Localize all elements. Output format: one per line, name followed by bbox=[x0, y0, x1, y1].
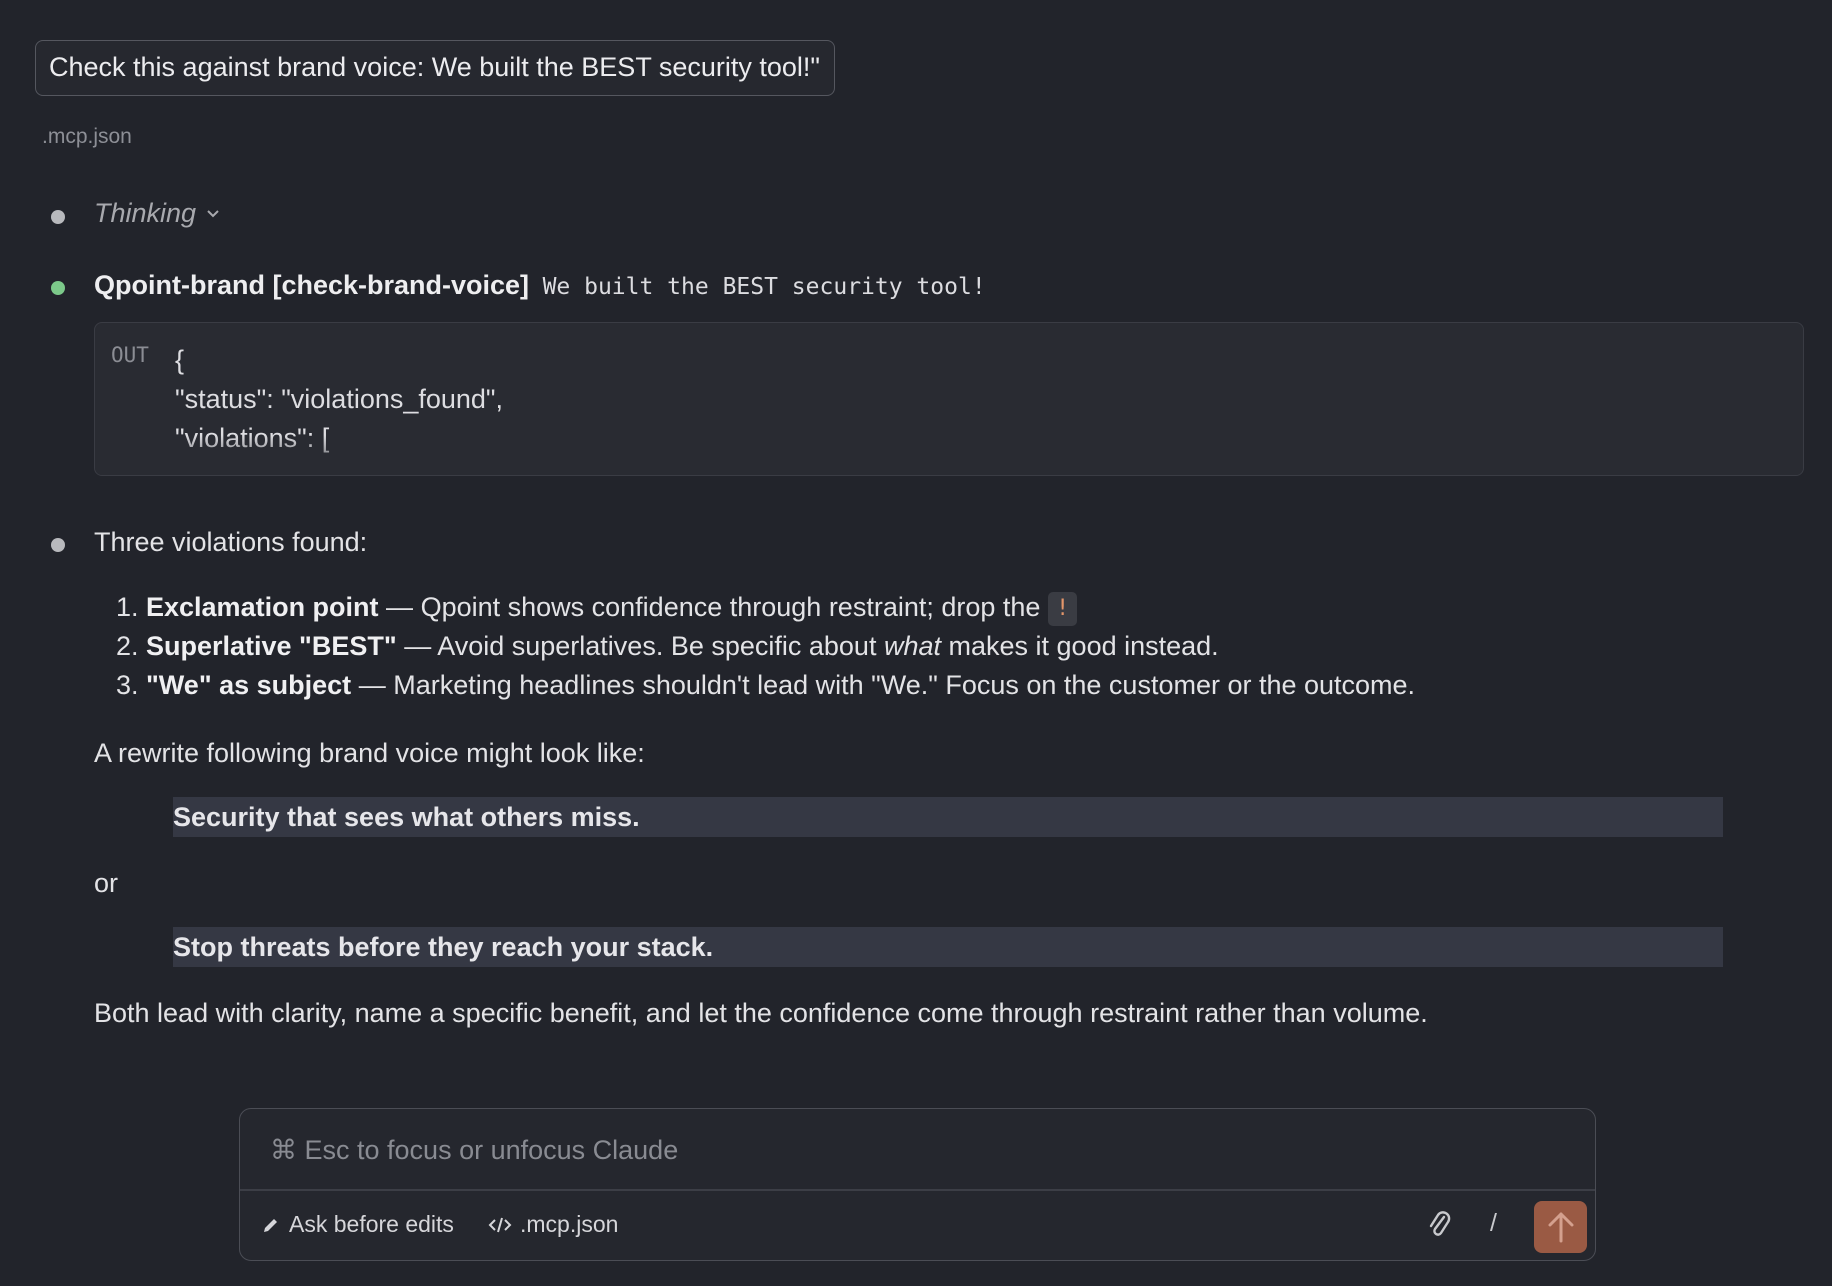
rewrite-intro: A rewrite following brand voice might lo… bbox=[94, 738, 645, 768]
pencil-icon bbox=[264, 1218, 277, 1232]
output-label: OUT bbox=[111, 343, 149, 367]
mcp-file-button[interactable]: .mcp.json bbox=[488, 1211, 618, 1238]
inline-code: ! bbox=[1047, 591, 1078, 626]
ask-before-edits-button[interactable]: Ask before edits bbox=[261, 1211, 454, 1238]
thinking-toggle[interactable]: Thinking bbox=[94, 198, 220, 229]
rewrite-quote-2: Stop threats before they reach your stac… bbox=[173, 927, 1723, 967]
violation-title: Superlative "BEST" bbox=[146, 631, 397, 661]
chevron-down-icon bbox=[207, 209, 219, 217]
violation-title: Exclamation point bbox=[146, 592, 379, 622]
response-intro: Three violations found: bbox=[94, 527, 368, 557]
file-label: .mcp.json bbox=[520, 1211, 619, 1237]
violation-title: "We" as subject bbox=[146, 670, 352, 700]
emphasis-text: what bbox=[883, 631, 942, 661]
context-file-label[interactable]: .mcp.json bbox=[42, 125, 132, 149]
list-item: Superlative "BEST" — Avoid superlatives.… bbox=[146, 627, 1746, 666]
violations-list: Exclamation point — Qpoint shows confide… bbox=[94, 588, 1746, 705]
tool-argument: We built the BEST security tool! bbox=[542, 274, 986, 300]
composer: Ask before edits .mcp.json / bbox=[239, 1108, 1596, 1261]
conclusion-text: Both lead with clarity, name a specific … bbox=[94, 998, 1428, 1028]
output-fade bbox=[95, 435, 1803, 475]
message-input[interactable] bbox=[268, 1134, 1552, 1167]
tool-name: Qpoint-brand [check-brand-voice] bbox=[94, 270, 530, 300]
code-icon bbox=[488, 1217, 512, 1232]
mode-label: Ask before edits bbox=[289, 1211, 454, 1237]
list-item: "We" as subject — Marketing headlines sh… bbox=[146, 666, 1746, 705]
tool-output-box[interactable]: OUT { "status": "violations_found", "vio… bbox=[94, 322, 1804, 476]
thinking-label: Thinking bbox=[94, 198, 197, 228]
thinking-bullet bbox=[51, 210, 65, 224]
send-button[interactable] bbox=[1534, 1201, 1587, 1253]
composer-divider bbox=[240, 1189, 1595, 1191]
response-bullet bbox=[51, 538, 65, 552]
tool-call-header[interactable]: Qpoint-brand [check-brand-voice] We buil… bbox=[94, 270, 986, 301]
tool-status-bullet bbox=[51, 281, 65, 295]
paperclip-icon bbox=[1429, 1211, 1451, 1236]
slash-command-button[interactable]: / bbox=[1490, 1209, 1497, 1238]
rewrite-quote-1: Security that sees what others miss. bbox=[173, 797, 1723, 837]
or-text: or bbox=[94, 868, 119, 898]
user-message-bubble: Check this against brand voice: We built… bbox=[35, 40, 835, 96]
list-item: Exclamation point — Qpoint shows confide… bbox=[146, 588, 1746, 627]
arrow-up-icon bbox=[1548, 1212, 1573, 1243]
attach-button[interactable] bbox=[1426, 1209, 1452, 1246]
